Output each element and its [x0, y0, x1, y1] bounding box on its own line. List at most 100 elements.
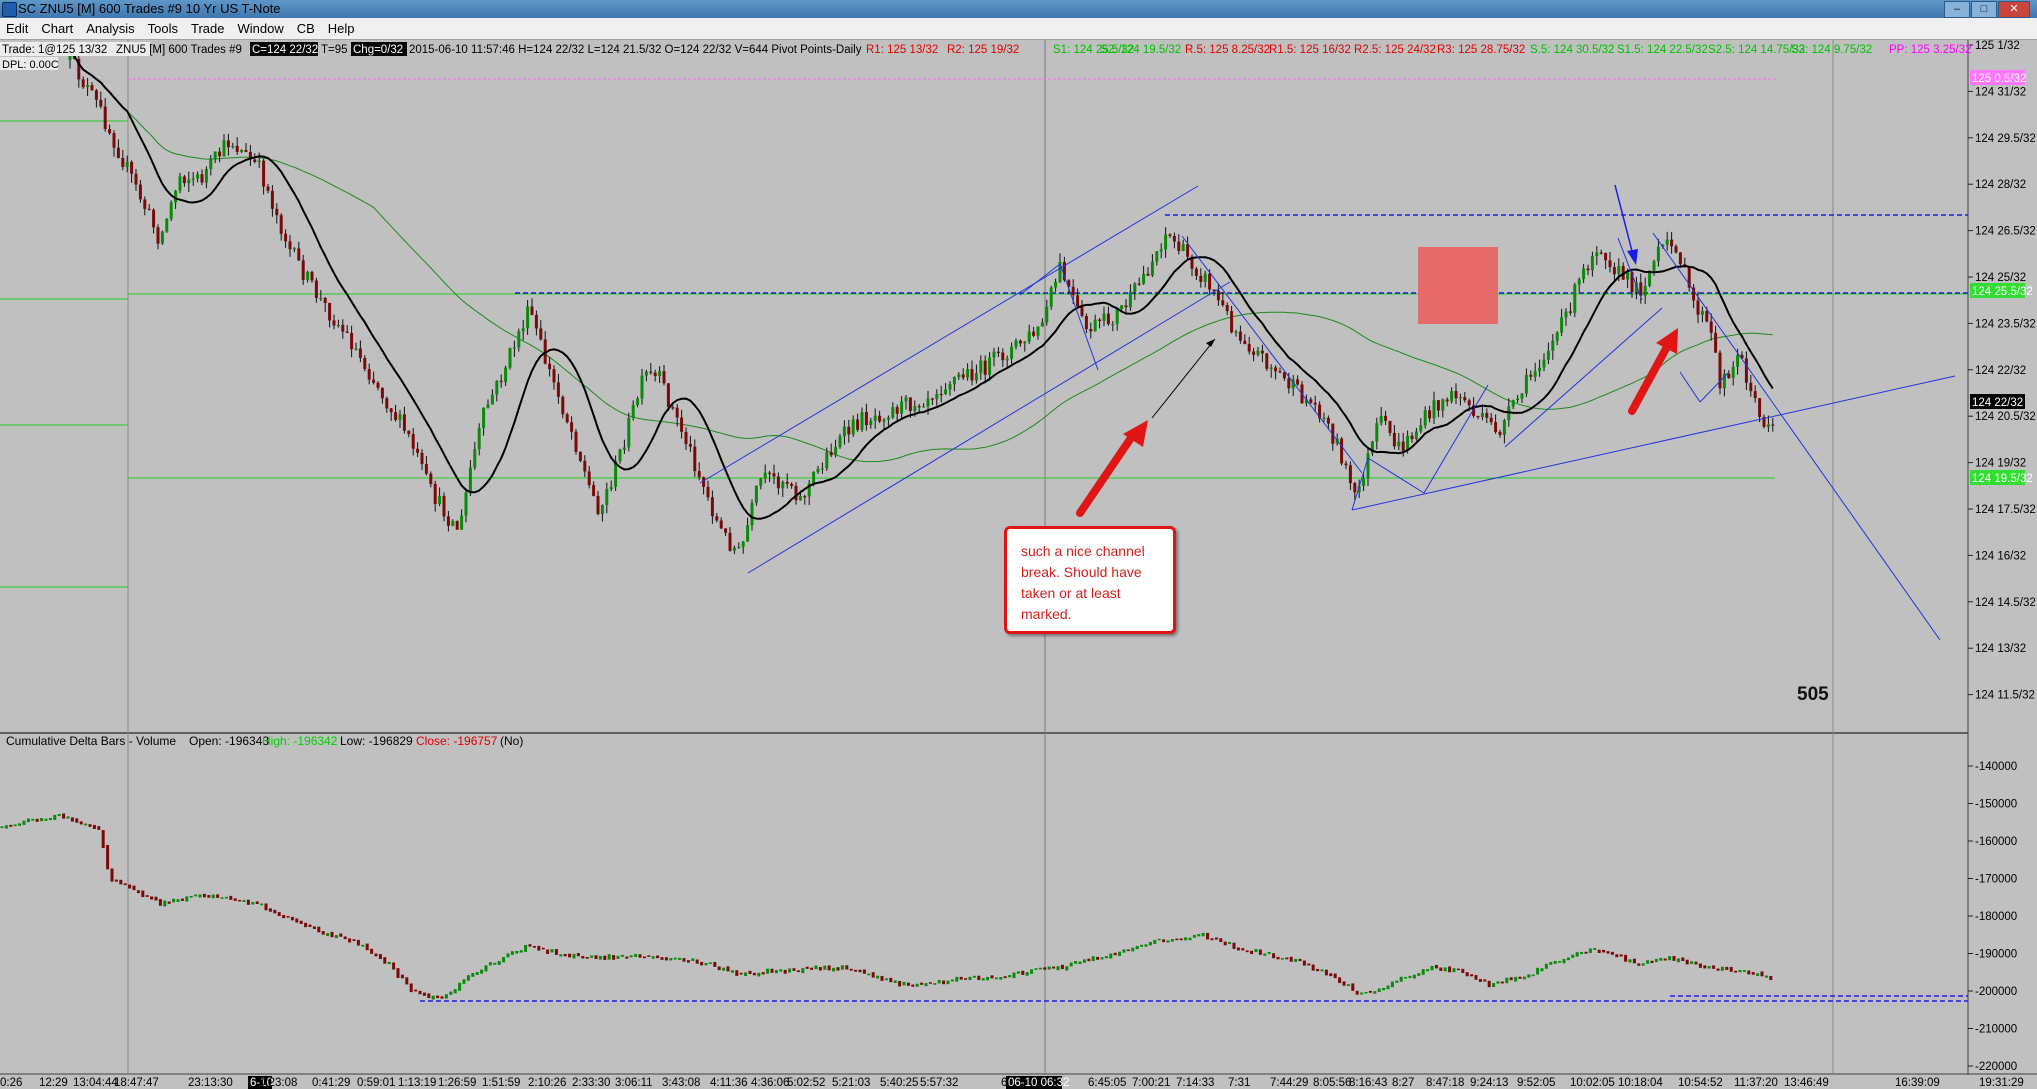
delta-bar [1008, 975, 1012, 978]
delta-bar [572, 953, 576, 959]
pivot-label: R2: 125 19/32 [947, 44, 1019, 56]
price-bar-body [438, 495, 442, 505]
annotation-callout[interactable]: such a nice channel break. Should have t… [1004, 526, 1176, 634]
price-bar-body [622, 447, 626, 450]
price-bar-body [565, 414, 569, 423]
delta-bar [0, 826, 4, 829]
price-bar-body [103, 106, 107, 130]
price-bar-body [746, 525, 750, 542]
menu-trade[interactable]: Trade [185, 18, 231, 39]
delta-bar [1725, 966, 1729, 970]
delta-bar [348, 938, 352, 943]
price-bar-body [1014, 340, 1018, 347]
delta-bar [972, 975, 976, 978]
delta-bar [1153, 939, 1157, 944]
delta-bar [818, 967, 822, 971]
delta-bar [233, 898, 237, 901]
delta-bar [946, 980, 950, 985]
delta-bar [924, 983, 928, 987]
price-bar-body [1736, 354, 1740, 367]
time-label: 10:18:04 [1618, 1077, 1663, 1089]
price-bar-body [1186, 243, 1190, 257]
delta-bar [629, 955, 633, 958]
price-bar-body [187, 179, 191, 184]
pivot-label: R2.5: 125 24/32 [1354, 44, 1436, 56]
price-bar-body [1146, 273, 1150, 276]
price-bar-body [1208, 273, 1212, 290]
price-bar-body [1652, 261, 1656, 271]
price-bar-body [1181, 243, 1185, 251]
delta-bar [290, 916, 294, 921]
menu-chart[interactable]: Chart [35, 18, 80, 39]
delta-bar [383, 957, 387, 964]
trade-label: Trade: 1@125 13/32 [2, 44, 107, 56]
price-bar-body [631, 405, 635, 418]
delta-bar [304, 922, 308, 928]
delta-tick-label: -150000 [1975, 799, 2017, 811]
delta-bar [1144, 944, 1148, 947]
delta-panel[interactable] [0, 733, 1968, 1073]
price-bar-body [1353, 483, 1357, 493]
delta-bar [462, 979, 466, 984]
delta-bar [1738, 969, 1742, 973]
price-panel[interactable] [0, 40, 1968, 733]
maximize-button[interactable]: □ [1971, 1, 1997, 18]
menu-edit[interactable]: Edit [0, 18, 35, 39]
delta-bar [1126, 949, 1130, 952]
price-bar-body [1084, 316, 1088, 330]
price-bar-body [583, 460, 587, 472]
zone-rectangle[interactable] [1418, 247, 1498, 324]
price-bar-body [442, 495, 446, 517]
price-bar-body [125, 161, 129, 168]
delta-bar [1659, 957, 1663, 961]
delta-bar [1087, 958, 1091, 962]
price-bar-body [1617, 266, 1621, 275]
delta-bar [1465, 972, 1469, 977]
price-marker-label: 124 19.5/32 [1972, 473, 2033, 485]
delta-bar [1496, 981, 1500, 984]
delta-bar [774, 970, 778, 974]
menu-window[interactable]: Window [231, 18, 290, 39]
price-bar-body [649, 371, 653, 373]
price-bar-body [1498, 431, 1502, 435]
price-tick-label: 124 22/32 [1975, 365, 2026, 377]
delta-bar [880, 975, 884, 981]
delta-bar [1179, 938, 1183, 941]
pivot-label: R1.5: 125 16/32 [1269, 44, 1351, 56]
menu-cb[interactable]: CB [291, 18, 322, 39]
delta-bar [1109, 953, 1113, 959]
delta-bar [1131, 947, 1135, 952]
menu-tools[interactable]: Tools [142, 18, 185, 39]
close-button[interactable]: ✕ [1998, 1, 2030, 18]
pivot-label: R1: 125 13/32 [866, 44, 938, 56]
delta-bar [647, 955, 651, 957]
delta-bar [1637, 963, 1641, 966]
pivot-label: R.5: 125 8.25/32 [1185, 44, 1270, 56]
minimize-button[interactable]: – [1944, 1, 1970, 18]
price-bar-body [279, 215, 283, 234]
price-bar-body [1256, 350, 1260, 355]
menu-help[interactable]: Help [322, 18, 362, 39]
time-label: 5:21:03 [832, 1077, 870, 1089]
price-bar-body [156, 227, 160, 244]
delta-bar [1118, 951, 1122, 957]
delta-bar [224, 896, 228, 899]
price-bar-body [1093, 319, 1097, 332]
delta-bar [1681, 957, 1685, 961]
delta-bar [1104, 956, 1108, 959]
menu-analysis[interactable]: Analysis [80, 18, 141, 39]
price-bar-body [1001, 352, 1005, 361]
price-bar-body [394, 412, 398, 420]
delta-bar [1439, 967, 1443, 971]
delta-bar [1241, 948, 1245, 951]
menu-bar: Edit Chart Analysis Tools Trade Window CB Help [0, 18, 2037, 40]
delta-bar [4, 825, 8, 829]
delta-bar [84, 823, 88, 826]
delta-bar [1624, 954, 1628, 962]
price-bar-body [627, 417, 631, 448]
delta-bar [620, 954, 624, 957]
delta-bar [1707, 966, 1711, 969]
price-bar-body [1036, 326, 1040, 336]
price-scale[interactable] [1968, 40, 2037, 1089]
delta-bar [1250, 950, 1254, 955]
